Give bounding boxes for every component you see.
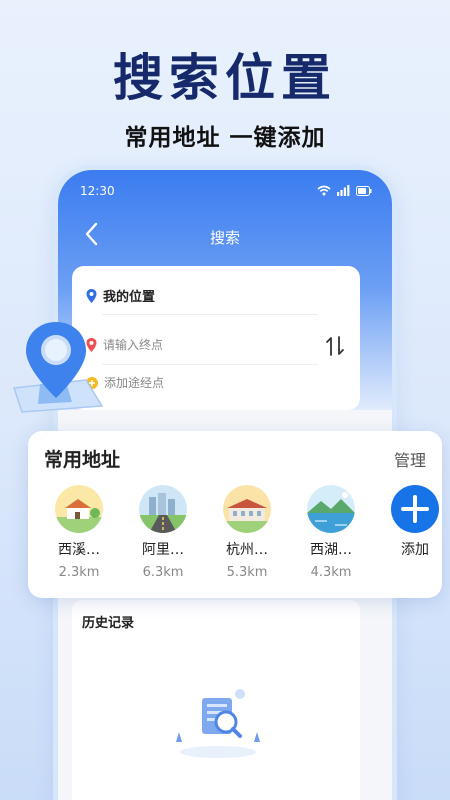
- divider: [102, 364, 318, 365]
- status-bar: 12:30: [68, 182, 380, 202]
- building-thumbnail-icon: [223, 485, 271, 533]
- swap-icon[interactable]: [324, 334, 346, 358]
- waypoint-label: 添加途经点: [104, 376, 165, 390]
- favorite-item[interactable]: 杭州… 5.3km: [208, 485, 286, 580]
- favorite-name: 西溪…: [58, 542, 100, 558]
- favorite-name: 阿里…: [142, 542, 184, 558]
- manage-button[interactable]: 管理: [394, 447, 426, 471]
- favorite-distance: 6.3km: [142, 565, 184, 580]
- lake-thumbnail-icon: [307, 485, 355, 533]
- favorites-card: 常用地址 管理 西溪… 2.3km 阿里… 6.3km 杭州… 5.3km 西湖…: [28, 431, 442, 598]
- divider: [102, 314, 318, 315]
- favorite-item[interactable]: 西溪… 2.3km: [40, 485, 118, 580]
- location-pin-icon: [86, 288, 97, 303]
- battery-icon: [356, 185, 372, 196]
- add-favorite-button[interactable]: 添加: [376, 485, 450, 559]
- promo-subline: 常用地址 一键添加: [124, 125, 326, 151]
- destination-placeholder: 请输入终点: [103, 338, 164, 352]
- add-label: 添加: [401, 542, 429, 558]
- promo-headline: 搜索位置: [113, 49, 337, 107]
- signal-icon: [337, 185, 350, 196]
- favorites-list: 西溪… 2.3km 阿里… 6.3km 杭州… 5.3km 西湖… 4.3km …: [40, 485, 439, 585]
- favorite-name: 杭州…: [226, 542, 268, 558]
- origin-label: 我的位置: [103, 290, 156, 305]
- favorite-item[interactable]: 西湖… 4.3km: [292, 485, 370, 580]
- add-circle-button[interactable]: [391, 485, 439, 533]
- nav-title: 搜索: [209, 229, 240, 247]
- city-road-thumbnail-icon: [139, 485, 187, 533]
- empty-history-illustration: [176, 689, 260, 758]
- history-card: 历史记录: [72, 600, 360, 800]
- favorite-item[interactable]: 阿里… 6.3km: [124, 485, 202, 580]
- favorite-name: 西湖…: [310, 542, 352, 558]
- favorites-title: 常用地址: [44, 449, 121, 471]
- history-title: 历史记录: [82, 616, 135, 631]
- route-search-card: 我的位置 请输入终点 添加途经点: [72, 266, 360, 410]
- status-icons: [317, 185, 372, 196]
- wifi-icon: [317, 185, 331, 196]
- origin-row[interactable]: 我的位置: [86, 286, 155, 305]
- favorite-distance: 4.3km: [310, 565, 352, 580]
- nav-bar: 搜索: [68, 220, 382, 250]
- favorite-distance: 2.3km: [58, 565, 100, 580]
- status-time: 12:30: [80, 184, 115, 198]
- favorite-distance: 5.3km: [226, 565, 268, 580]
- location-pin-illustration: [12, 322, 104, 413]
- plus-icon: [401, 495, 429, 523]
- house-thumbnail-icon: [55, 485, 103, 533]
